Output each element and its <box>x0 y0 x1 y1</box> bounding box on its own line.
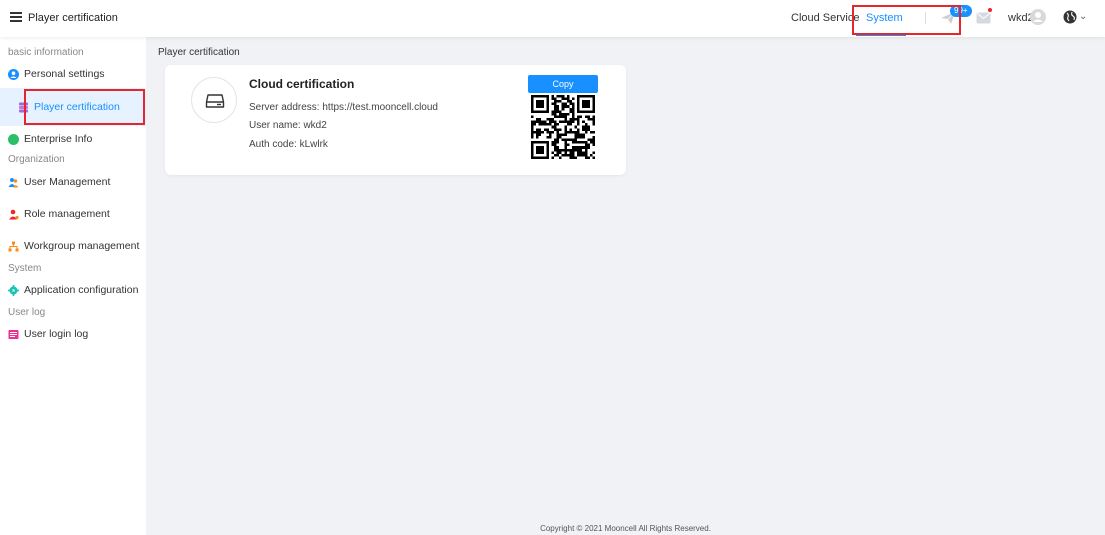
sidebar-item-application-configuration[interactable]: Application configuration <box>8 280 138 300</box>
cloud-certification-card: Cloud certification Server address: http… <box>165 65 626 175</box>
sidebar-item-personal-settings[interactable]: Personal settings <box>8 64 105 84</box>
sidebar-item-label: Enterprise Info <box>24 133 93 145</box>
sidebar-item-label: User login log <box>24 328 89 340</box>
sidebar-item-user-management[interactable]: User Management <box>8 172 110 192</box>
certificate-icon <box>19 102 28 112</box>
sidebar-item-label: Application configuration <box>24 284 139 296</box>
group-title-system: System <box>8 263 42 274</box>
sidebar: basic information Personal settings Play… <box>0 37 146 535</box>
nav-cloud-service[interactable]: Cloud Service <box>791 12 859 24</box>
notification-badge: 99+ <box>950 5 972 17</box>
footer-copyright: Copyright © 2021 Mooncell All Rights Res… <box>540 524 711 533</box>
page-title: Player certification <box>28 12 118 24</box>
auth-code: Auth code: kLwlrk <box>249 139 328 150</box>
copy-button[interactable]: Copy <box>528 75 598 93</box>
sidebar-item-player-certification[interactable]: Player certification <box>0 88 146 126</box>
user-avatar-icon[interactable] <box>1030 9 1046 25</box>
menu-icon[interactable] <box>10 12 22 22</box>
sidebar-item-user-login-log[interactable]: User login log <box>8 324 88 344</box>
users-icon <box>8 177 19 187</box>
server-drive-icon <box>191 77 237 123</box>
app-config-icon <box>8 284 19 296</box>
chevron-down-icon[interactable]: ⌄ <box>1079 11 1087 22</box>
nav-active-indicator <box>856 34 906 36</box>
user-name: User name: wkd2 <box>249 120 327 131</box>
log-icon <box>8 329 19 339</box>
sidebar-item-workgroup-management[interactable]: Workgroup management <box>8 236 139 256</box>
server-address: Server address: https://test.mooncell.cl… <box>249 102 438 113</box>
enterprise-icon <box>8 133 19 145</box>
qr-code <box>531 95 595 159</box>
globe-icon[interactable] <box>1063 10 1077 24</box>
group-title-organization: Organization <box>8 154 65 165</box>
sidebar-item-label: Workgroup management <box>24 240 140 252</box>
mail-icon[interactable] <box>976 12 991 24</box>
sidebar-item-label: Role management <box>24 208 110 220</box>
workgroup-icon <box>8 241 19 251</box>
sidebar-item-label: Personal settings <box>24 68 105 80</box>
sidebar-item-enterprise-info[interactable]: Enterprise Info <box>8 129 92 149</box>
card-title: Cloud certification <box>249 77 355 91</box>
breadcrumb: Player certification <box>158 47 240 58</box>
sidebar-item-role-management[interactable]: Role management <box>8 204 110 224</box>
sidebar-item-label: Player certification <box>34 101 120 113</box>
unread-dot <box>988 8 992 12</box>
user-circle-icon <box>8 68 19 80</box>
group-title-basic: basic information <box>8 47 84 58</box>
group-title-user-log: User log <box>8 307 46 318</box>
role-icon <box>9 209 19 219</box>
divider <box>925 12 926 24</box>
nav-system[interactable]: System <box>866 12 903 24</box>
top-header: Player certification Cloud Service Syste… <box>0 0 1105 37</box>
sidebar-item-label: User Management <box>24 176 111 188</box>
